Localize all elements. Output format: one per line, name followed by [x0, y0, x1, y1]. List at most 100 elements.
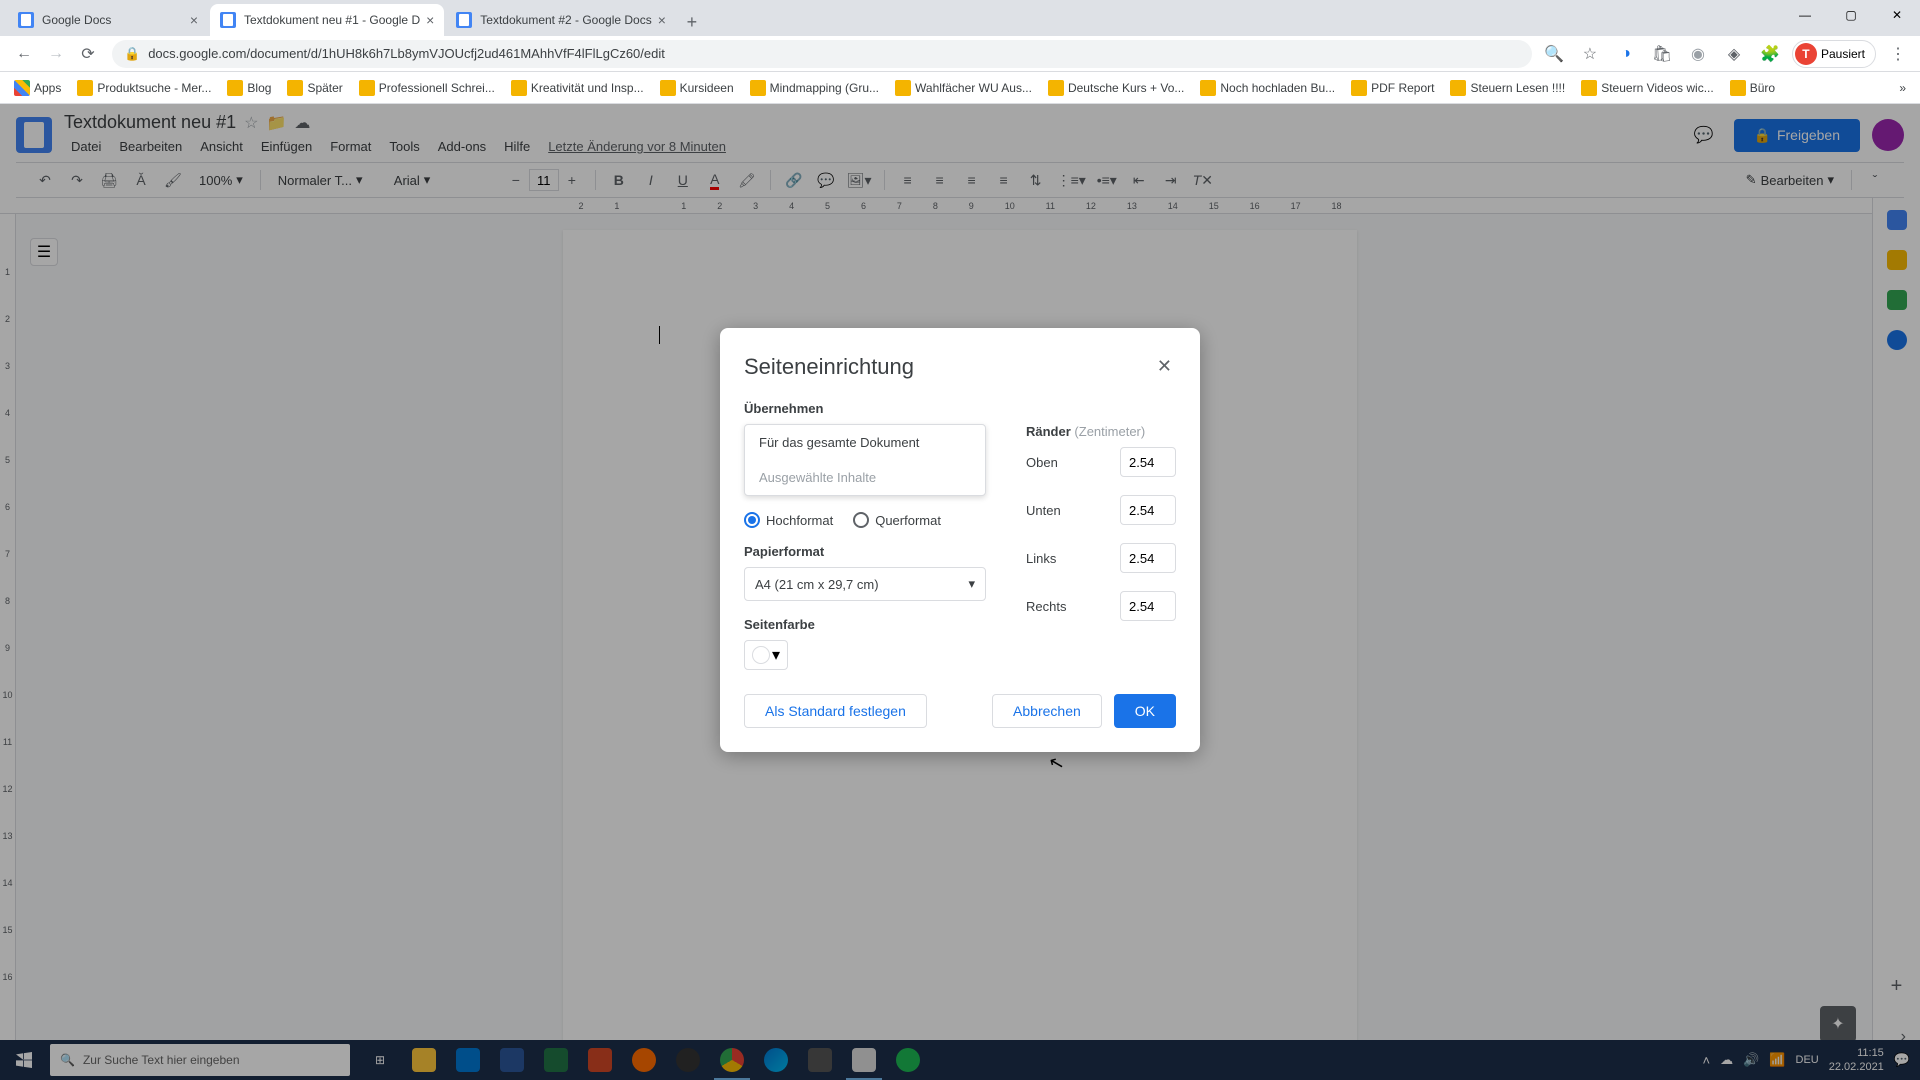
folder-icon: [359, 80, 375, 96]
margin-right-input[interactable]: [1120, 591, 1176, 621]
extension-icon[interactable]: ◑: [1612, 40, 1640, 68]
bookmark-item[interactable]: Mindmapping (Gru...: [744, 76, 885, 100]
profile-button[interactable]: T Pausiert: [1792, 40, 1876, 68]
bookmark-item[interactable]: Kreativität und Insp...: [505, 76, 650, 100]
address-bar: ← → ⟳ 🔒 docs.google.com/document/d/1hUH8…: [0, 36, 1920, 72]
bookmark-item[interactable]: Deutsche Kurs + Vo...: [1042, 76, 1190, 100]
chevron-down-icon: ▾: [968, 576, 975, 592]
page-color-label: Seitenfarbe: [744, 617, 986, 632]
folder-icon: [1450, 80, 1466, 96]
bookmark-item[interactable]: Produktsuche - Mer...: [71, 76, 217, 100]
bookmark-item[interactable]: Wahlfächer WU Aus...: [889, 76, 1038, 100]
bookmark-item[interactable]: Steuern Videos wic...: [1575, 76, 1720, 100]
forward-button[interactable]: →: [40, 38, 72, 70]
cancel-button[interactable]: Abbrechen: [992, 694, 1102, 728]
extension-icon[interactable]: ◉: [1684, 40, 1712, 68]
folder-icon: [227, 80, 243, 96]
apps-icon: [14, 80, 30, 96]
extension-icon[interactable]: 🛍: [1648, 40, 1676, 68]
margins-label: Ränder (Zentimeter): [1026, 424, 1176, 439]
apply-option-whole[interactable]: Für das gesamte Dokument: [745, 425, 985, 460]
menu-button[interactable]: ⋮: [1884, 40, 1912, 68]
browser-tab[interactable]: Google Docs ×: [8, 4, 208, 36]
folder-icon: [1200, 80, 1216, 96]
star-icon[interactable]: ☆: [1576, 40, 1604, 68]
apply-option-selected: Ausgewählte Inhalte: [745, 460, 985, 495]
paper-label: Papierformat: [744, 544, 986, 559]
minimize-button[interactable]: —: [1782, 0, 1828, 30]
folder-icon: [511, 80, 527, 96]
bookmark-item[interactable]: Steuern Lesen !!!!: [1444, 76, 1571, 100]
url-input[interactable]: 🔒 docs.google.com/document/d/1hUH8k6h7Lb…: [112, 40, 1532, 68]
orientation-group: Hochformat Querformat: [744, 512, 986, 528]
folder-icon: [1048, 80, 1064, 96]
margin-top-label: Oben: [1026, 455, 1058, 470]
apply-section-label: Übernehmen: [744, 401, 1176, 416]
lock-icon: 🔒: [124, 46, 140, 62]
profile-avatar: T: [1795, 43, 1817, 65]
page-color-select[interactable]: ▾: [744, 640, 788, 670]
close-icon[interactable]: ×: [190, 12, 198, 28]
landscape-radio[interactable]: Querformat: [853, 512, 941, 528]
bookmark-overflow[interactable]: »: [1893, 77, 1912, 99]
new-tab-button[interactable]: +: [678, 8, 706, 36]
browser-tab-active[interactable]: Textdokument neu #1 - Google D ×: [210, 4, 444, 36]
apply-dropdown: Für das gesamte Dokument Ausgewählte Inh…: [744, 424, 986, 496]
page-setup-dialog: Seiteneinrichtung ✕ Übernehmen Für das g…: [720, 328, 1200, 752]
set-default-button[interactable]: Als Standard festlegen: [744, 694, 927, 728]
address-bar-icons: 🔍 ☆ ◑ 🛍 ◉ ◈ 🧩 T Pausiert ⋮: [1540, 40, 1912, 68]
bookmark-item[interactable]: Später: [281, 76, 348, 100]
tab-title: Google Docs: [42, 13, 184, 27]
folder-icon: [1730, 80, 1746, 96]
folder-icon: [750, 80, 766, 96]
close-icon[interactable]: ×: [426, 12, 434, 28]
extensions-button[interactable]: 🧩: [1756, 40, 1784, 68]
docs-favicon: [18, 12, 34, 28]
bookmark-item[interactable]: PDF Report: [1345, 76, 1440, 100]
color-swatch: [752, 646, 770, 664]
ok-button[interactable]: OK: [1114, 694, 1176, 728]
close-button[interactable]: ✕: [1153, 352, 1176, 381]
docs-favicon: [220, 12, 236, 28]
zoom-icon[interactable]: 🔍: [1540, 40, 1568, 68]
portrait-radio[interactable]: Hochformat: [744, 512, 833, 528]
docs-favicon: [456, 12, 472, 28]
tab-title: Textdokument #2 - Google Docs: [480, 13, 651, 27]
bookmark-item[interactable]: Professionell Schrei...: [353, 76, 501, 100]
close-window-button[interactable]: ✕: [1874, 0, 1920, 30]
margin-right-label: Rechts: [1026, 599, 1066, 614]
url-text: docs.google.com/document/d/1hUH8k6h7Lb8y…: [148, 46, 665, 61]
bookmark-item[interactable]: Kursideen: [654, 76, 740, 100]
maximize-button[interactable]: ▢: [1828, 0, 1874, 30]
bookmark-item[interactable]: Blog: [221, 76, 277, 100]
tabs-bar: Google Docs × Textdokument neu #1 - Goog…: [0, 0, 1920, 36]
reload-button[interactable]: ⟳: [72, 38, 104, 70]
bookmark-item[interactable]: Büro: [1724, 76, 1781, 100]
chevron-down-icon: ▾: [772, 645, 780, 665]
radio-unchecked-icon: [853, 512, 869, 528]
folder-icon: [77, 80, 93, 96]
apps-button[interactable]: Apps: [8, 76, 67, 100]
paper-size-select[interactable]: A4 (21 cm x 29,7 cm) ▾: [744, 567, 986, 601]
radio-checked-icon: [744, 512, 760, 528]
dialog-title: Seiteneinrichtung: [744, 354, 914, 380]
folder-icon: [1351, 80, 1367, 96]
tab-title: Textdokument neu #1 - Google D: [244, 13, 420, 27]
margin-bottom-label: Unten: [1026, 503, 1061, 518]
back-button[interactable]: ←: [8, 38, 40, 70]
bookmarks-bar: Apps Produktsuche - Mer... Blog Später P…: [0, 72, 1920, 104]
margin-left-label: Links: [1026, 551, 1056, 566]
window-controls: — ▢ ✕: [1782, 0, 1920, 30]
extension-icon[interactable]: ◈: [1720, 40, 1748, 68]
profile-status: Pausiert: [1821, 47, 1865, 61]
browser-chrome: Google Docs × Textdokument neu #1 - Goog…: [0, 0, 1920, 104]
margin-top-input[interactable]: [1120, 447, 1176, 477]
folder-icon: [287, 80, 303, 96]
margin-left-input[interactable]: [1120, 543, 1176, 573]
bookmark-item[interactable]: Noch hochladen Bu...: [1194, 76, 1341, 100]
close-icon[interactable]: ×: [658, 12, 666, 28]
folder-icon: [895, 80, 911, 96]
margin-bottom-input[interactable]: [1120, 495, 1176, 525]
folder-icon: [660, 80, 676, 96]
browser-tab[interactable]: Textdokument #2 - Google Docs ×: [446, 4, 676, 36]
